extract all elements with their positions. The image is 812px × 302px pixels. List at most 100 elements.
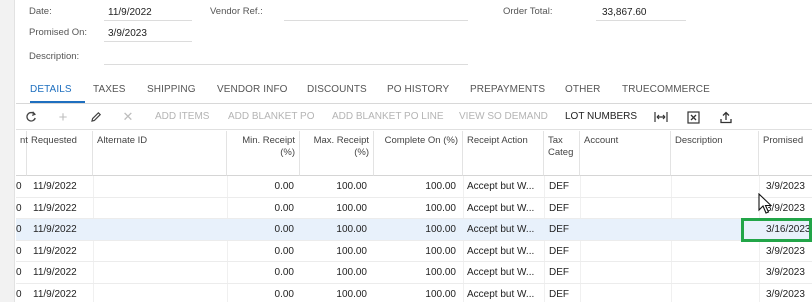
promised-on-underline [104,41,192,42]
left-edge-strip [0,0,15,302]
cell-max-receipt[interactable]: 100.00 [300,181,367,192]
date-field[interactable]: 11/9/2022 [108,7,152,18]
tab-discounts[interactable]: DISCOUNTS [307,84,367,95]
date-underline [104,20,192,21]
table-row[interactable]: 0 11/9/2022 0.00 100.00 100.00 Accept bu… [16,198,812,219]
tab-bar: DETAILS TAXES SHIPPING VENDOR INFO DISCO… [16,78,812,104]
cell-complete-on[interactable]: 100.00 [374,246,456,257]
view-so-demand-button[interactable]: VIEW SO DEMAND [459,111,548,122]
col-header-receipt-action[interactable]: Receipt Action [463,131,544,176]
cell-max-receipt[interactable]: 100.00 [300,246,367,257]
add-blanket-po-button[interactable]: ADD BLANKET PO [228,111,315,122]
tab-other[interactable]: OTHER [565,84,601,95]
col-header-requested[interactable]: Requested [27,131,93,176]
col-header-alternate-id[interactable]: Alternate ID [93,131,227,176]
cell-tax-category[interactable]: DEF [549,267,569,278]
order-total-label: Order Total: [503,6,553,17]
grid-toolbar: + ✕ ADD ITEMS ADD BLANKET PO ADD BLANKET… [16,105,812,130]
cell-receipt-action[interactable]: Accept but W... [467,289,543,300]
active-tab-indicator [30,101,85,103]
cell-promised[interactable]: 3/9/2023 [766,267,805,278]
col-header-complete-on[interactable]: Complete On (%) [374,131,463,176]
fit-columns-icon[interactable] [653,109,669,125]
cell-complete-on[interactable]: 100.00 [374,203,456,214]
col-header-min-receipt[interactable]: Min. Receipt (%) [227,131,300,176]
tab-details[interactable]: DETAILS [30,84,72,95]
table-row-selected[interactable]: 0 11/9/2022 0.00 100.00 100.00 Accept bu… [16,219,812,241]
cell-requested[interactable]: 11/9/2022 [33,181,77,192]
cell-max-receipt[interactable]: 100.00 [300,289,367,300]
cell-promised[interactable]: 3/9/2023 [766,246,805,257]
tab-prepayments[interactable]: PREPAYMENTS [470,84,545,95]
tab-po-history[interactable]: PO HISTORY [387,84,449,95]
cell-tax-category[interactable]: DEF [549,289,569,300]
plus-icon[interactable]: + [55,109,71,126]
cell-complete-on[interactable]: 100.00 [374,181,456,192]
cell-max-receipt[interactable]: 100.00 [300,203,367,214]
tab-taxes[interactable]: TAXES [93,84,126,95]
excel-export-icon[interactable] [685,109,701,125]
cell-max-receipt[interactable]: 100.00 [300,224,367,235]
cell-tax-category[interactable]: DEF [549,203,569,214]
cell-partial: 0 [16,245,22,257]
cell-tax-category[interactable]: DEF [549,181,569,192]
table-row[interactable]: 0 11/9/2022 0.00 100.00 100.00 Accept bu… [16,241,812,262]
vendor-ref-field[interactable] [284,20,468,21]
cell-min-receipt[interactable]: 0.00 [227,203,294,214]
cell-min-receipt[interactable]: 0.00 [227,181,294,192]
cell-min-receipt[interactable]: 0.00 [227,246,294,257]
cell-receipt-action[interactable]: Accept but W... [467,267,543,278]
cell-partial: 0 [16,202,22,214]
cell-complete-on[interactable]: 100.00 [374,289,456,300]
cell-receipt-action[interactable]: Accept but W... [467,224,543,235]
cell-min-receipt[interactable]: 0.00 [227,289,294,300]
cell-partial: 0 [16,267,22,278]
cell-partial: 0 [16,288,22,300]
col-header-max-receipt[interactable]: Max. Receipt (%) [300,131,374,176]
tab-truecommerce[interactable]: TRUECOMMERCE [622,84,710,95]
cell-tax-category[interactable]: DEF [549,224,569,235]
tab-vendor-info[interactable]: VENDOR INFO [217,84,288,95]
description-label: Description: [29,51,80,62]
table-row[interactable]: 0 11/9/2022 0.00 100.00 100.00 Accept bu… [16,262,812,284]
cell-promised[interactable]: 3/9/2023 [766,181,805,192]
cell-receipt-action[interactable]: Accept but W... [467,181,543,192]
col-header-description[interactable]: Description [671,131,759,176]
refresh-icon[interactable] [23,109,39,125]
cell-receipt-action[interactable]: Accept but W... [467,246,543,257]
cell-receipt-action[interactable]: Accept but W... [467,203,543,214]
col-header-partial[interactable]: nt [16,131,28,176]
upload-icon[interactable] [718,109,734,125]
cell-promised[interactable]: 3/9/2023 [766,289,805,300]
lot-numbers-button[interactable]: LOT NUMBERS [565,111,637,122]
cell-requested[interactable]: 11/9/2022 [33,203,77,214]
cell-requested[interactable]: 11/9/2022 [33,267,77,278]
cell-min-receipt[interactable]: 0.00 [227,267,294,278]
cell-requested[interactable]: 11/9/2022 [33,289,77,300]
col-header-tax-category[interactable]: Tax Categ [544,131,580,176]
col-header-promised[interactable]: Promised [759,131,812,176]
description-field[interactable] [104,64,468,65]
cell-requested[interactable]: 11/9/2022 [33,246,77,257]
table-row[interactable]: 0 11/9/2022 0.00 100.00 100.00 Accept bu… [16,284,812,302]
order-total-underline [596,20,686,21]
order-header-form: Date: 11/9/2022 Vendor Ref.: Order Total… [16,0,812,76]
cell-complete-on[interactable]: 100.00 [374,267,456,278]
cell-tax-category[interactable]: DEF [549,246,569,257]
vendor-ref-label: Vendor Ref.: [210,6,263,17]
promised-on-field[interactable]: 3/9/2023 [108,28,147,39]
details-grid: nt Requested Alternate ID Min. Receipt (… [16,131,812,302]
cell-highlight-box [741,218,812,242]
cell-max-receipt[interactable]: 100.00 [300,267,367,278]
table-row[interactable]: 0 11/9/2022 0.00 100.00 100.00 Accept bu… [16,176,812,198]
col-header-account[interactable]: Account [580,131,671,176]
pencil-icon[interactable] [88,109,104,125]
x-icon[interactable]: ✕ [120,109,136,125]
order-total-value: 33,867.60 [602,7,647,18]
cell-complete-on[interactable]: 100.00 [374,224,456,235]
add-items-button[interactable]: ADD ITEMS [155,111,209,122]
tab-shipping[interactable]: SHIPPING [147,84,196,95]
cell-min-receipt[interactable]: 0.00 [227,224,294,235]
cell-requested[interactable]: 11/9/2022 [33,224,77,235]
add-blanket-po-line-button[interactable]: ADD BLANKET PO LINE [332,111,444,122]
